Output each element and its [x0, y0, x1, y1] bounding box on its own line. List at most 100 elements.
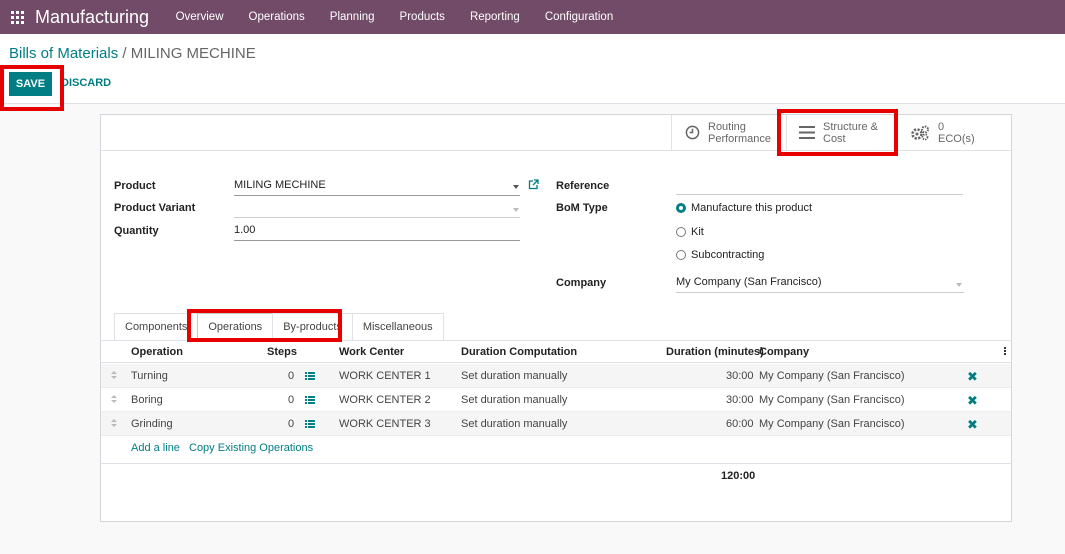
- bars-icon: [799, 126, 815, 139]
- company-label: Company: [556, 277, 607, 289]
- quantity-field[interactable]: 1.00: [234, 223, 520, 241]
- column-operation[interactable]: Operation: [131, 346, 183, 358]
- control-panel: Bills of Materials / MILING MECHINE SAVE…: [0, 34, 1065, 104]
- menu-reporting[interactable]: Reporting: [457, 0, 532, 34]
- app-brand[interactable]: Manufacturing: [35, 7, 149, 28]
- reference-field[interactable]: [676, 177, 963, 195]
- breadcrumb-current: MILING MECHINE: [130, 45, 256, 62]
- product-dropdown-caret[interactable]: [513, 185, 519, 189]
- table-row[interactable]: Turning 0 WORK CENTER 1 Set duration man…: [101, 364, 1011, 388]
- bom-type-subcontracting-radio[interactable]: Subcontracting: [676, 249, 764, 261]
- cogs-icon: [911, 125, 929, 140]
- operation-cell: Grinding: [131, 418, 173, 430]
- drag-handle-icon[interactable]: [111, 419, 117, 429]
- structure-cost-label-1: Structure &: [823, 120, 879, 133]
- delete-row-icon[interactable]: ✖: [967, 393, 978, 409]
- product-variant-label: Product Variant: [114, 202, 196, 214]
- table-row[interactable]: Boring 0 WORK CENTER 2 Set duration manu…: [101, 388, 1011, 412]
- table-row[interactable]: Grinding 0 WORK CENTER 3 Set duration ma…: [101, 412, 1011, 436]
- tab-miscellaneous[interactable]: Miscellaneous: [351, 313, 444, 340]
- delete-row-icon[interactable]: ✖: [967, 369, 978, 385]
- top-navbar: Manufacturing Overview Operations Planni…: [0, 0, 1065, 34]
- column-duration-computation[interactable]: Duration Computation: [461, 346, 577, 358]
- routing-performance-label-1: Routing: [708, 120, 746, 133]
- bom-type-manufacture-label: Manufacture this product: [691, 202, 813, 214]
- menu-configuration[interactable]: Configuration: [532, 0, 625, 34]
- product-variant-field[interactable]: [234, 200, 520, 218]
- breadcrumb: Bills of Materials / MILING MECHINE: [9, 45, 256, 62]
- work-center-cell: WORK CENTER 3: [339, 418, 431, 430]
- bom-type-kit-label: Kit: [691, 226, 704, 238]
- breadcrumb-bills-of-materials[interactable]: Bills of Materials: [9, 45, 118, 62]
- optional-columns-icon[interactable]: [1004, 347, 1007, 356]
- duration-cell: 30:00: [726, 370, 754, 382]
- steps-cell: 0: [288, 418, 295, 430]
- product-field[interactable]: MILING MECHINE: [234, 178, 520, 196]
- bom-type-label: BoM Type: [556, 202, 608, 214]
- structure-cost-button[interactable]: Structure & Cost: [786, 115, 890, 150]
- quantity-label: Quantity: [114, 225, 159, 237]
- add-line-link[interactable]: Add a line: [131, 442, 180, 454]
- company-dropdown-caret[interactable]: [956, 283, 962, 287]
- reference-label: Reference: [556, 180, 610, 192]
- drag-handle-icon[interactable]: [111, 395, 117, 405]
- eco-label: ECO(s): [938, 132, 975, 145]
- computation-cell: Set duration manually: [461, 394, 568, 406]
- variant-dropdown-caret[interactable]: [513, 208, 519, 212]
- total-duration: 120:00: [721, 470, 756, 482]
- radio-unchecked-icon: [676, 227, 686, 237]
- routing-performance-button[interactable]: Routing Performance: [671, 115, 775, 150]
- delete-row-icon[interactable]: ✖: [967, 417, 978, 433]
- notebook-tabs: Components Operations By-products Miscel…: [114, 313, 444, 340]
- list-icon[interactable]: [305, 372, 315, 380]
- bom-type-kit-radio[interactable]: Kit: [676, 226, 704, 238]
- routing-performance-label-2: Performance: [708, 132, 771, 145]
- bom-type-subcontracting-label: Subcontracting: [691, 249, 765, 261]
- column-work-center[interactable]: Work Center: [339, 346, 404, 358]
- breadcrumb-separator: /: [122, 45, 127, 62]
- column-steps[interactable]: Steps: [267, 346, 297, 358]
- steps-cell: 0: [288, 394, 295, 406]
- apps-menu-icon[interactable]: [0, 0, 34, 34]
- external-link-icon[interactable]: [528, 179, 539, 190]
- column-company[interactable]: Company: [759, 346, 809, 358]
- clock-icon: [685, 125, 700, 140]
- eco-count: 0: [938, 120, 945, 133]
- bom-type-manufacture-radio[interactable]: Manufacture this product: [676, 202, 812, 214]
- operations-table-header: Operation Steps Work Center Duration Com…: [101, 341, 1011, 363]
- menu-overview[interactable]: Overview: [163, 0, 236, 34]
- list-icon[interactable]: [305, 396, 315, 404]
- drag-handle-icon[interactable]: [111, 371, 117, 381]
- menu-products[interactable]: Products: [387, 0, 457, 34]
- duration-cell: 30:00: [726, 394, 754, 406]
- tab-operations[interactable]: Operations: [197, 313, 274, 340]
- steps-cell: 0: [288, 370, 295, 382]
- save-button[interactable]: SAVE: [9, 72, 52, 96]
- tab-components[interactable]: Components: [114, 313, 199, 340]
- form-sheet: Routing Performance Structure & Cost 0 E…: [100, 114, 1012, 522]
- computation-cell: Set duration manually: [461, 370, 568, 382]
- copy-existing-operations-link[interactable]: Copy Existing Operations: [189, 442, 313, 454]
- operation-cell: Boring: [131, 394, 163, 406]
- menu-planning[interactable]: Planning: [317, 0, 387, 34]
- eco-button[interactable]: 0 ECO(s): [897, 115, 1007, 150]
- radio-checked-icon: [676, 203, 686, 213]
- work-center-cell: WORK CENTER 1: [339, 370, 431, 382]
- company-field[interactable]: My Company (San Francisco): [676, 275, 964, 293]
- product-label: Product: [114, 180, 156, 192]
- work-center-cell: WORK CENTER 2: [339, 394, 431, 406]
- duration-cell: 60:00: [726, 418, 754, 430]
- tab-by-products[interactable]: By-products: [272, 313, 353, 340]
- structure-cost-label-2: Cost: [823, 132, 846, 145]
- smart-button-box: Routing Performance Structure & Cost 0 E…: [101, 115, 1011, 151]
- operation-cell: Turning: [131, 370, 168, 382]
- radio-unchecked-icon: [676, 250, 686, 260]
- company-cell: My Company (San Francisco): [759, 394, 905, 406]
- company-cell: My Company (San Francisco): [759, 418, 905, 430]
- company-cell: My Company (San Francisco): [759, 370, 905, 382]
- computation-cell: Set duration manually: [461, 418, 568, 430]
- menu-operations[interactable]: Operations: [236, 0, 317, 34]
- column-duration-minutes[interactable]: Duration (minutes): [666, 346, 764, 358]
- discard-button[interactable]: DISCARD: [61, 77, 111, 89]
- list-icon[interactable]: [305, 420, 315, 428]
